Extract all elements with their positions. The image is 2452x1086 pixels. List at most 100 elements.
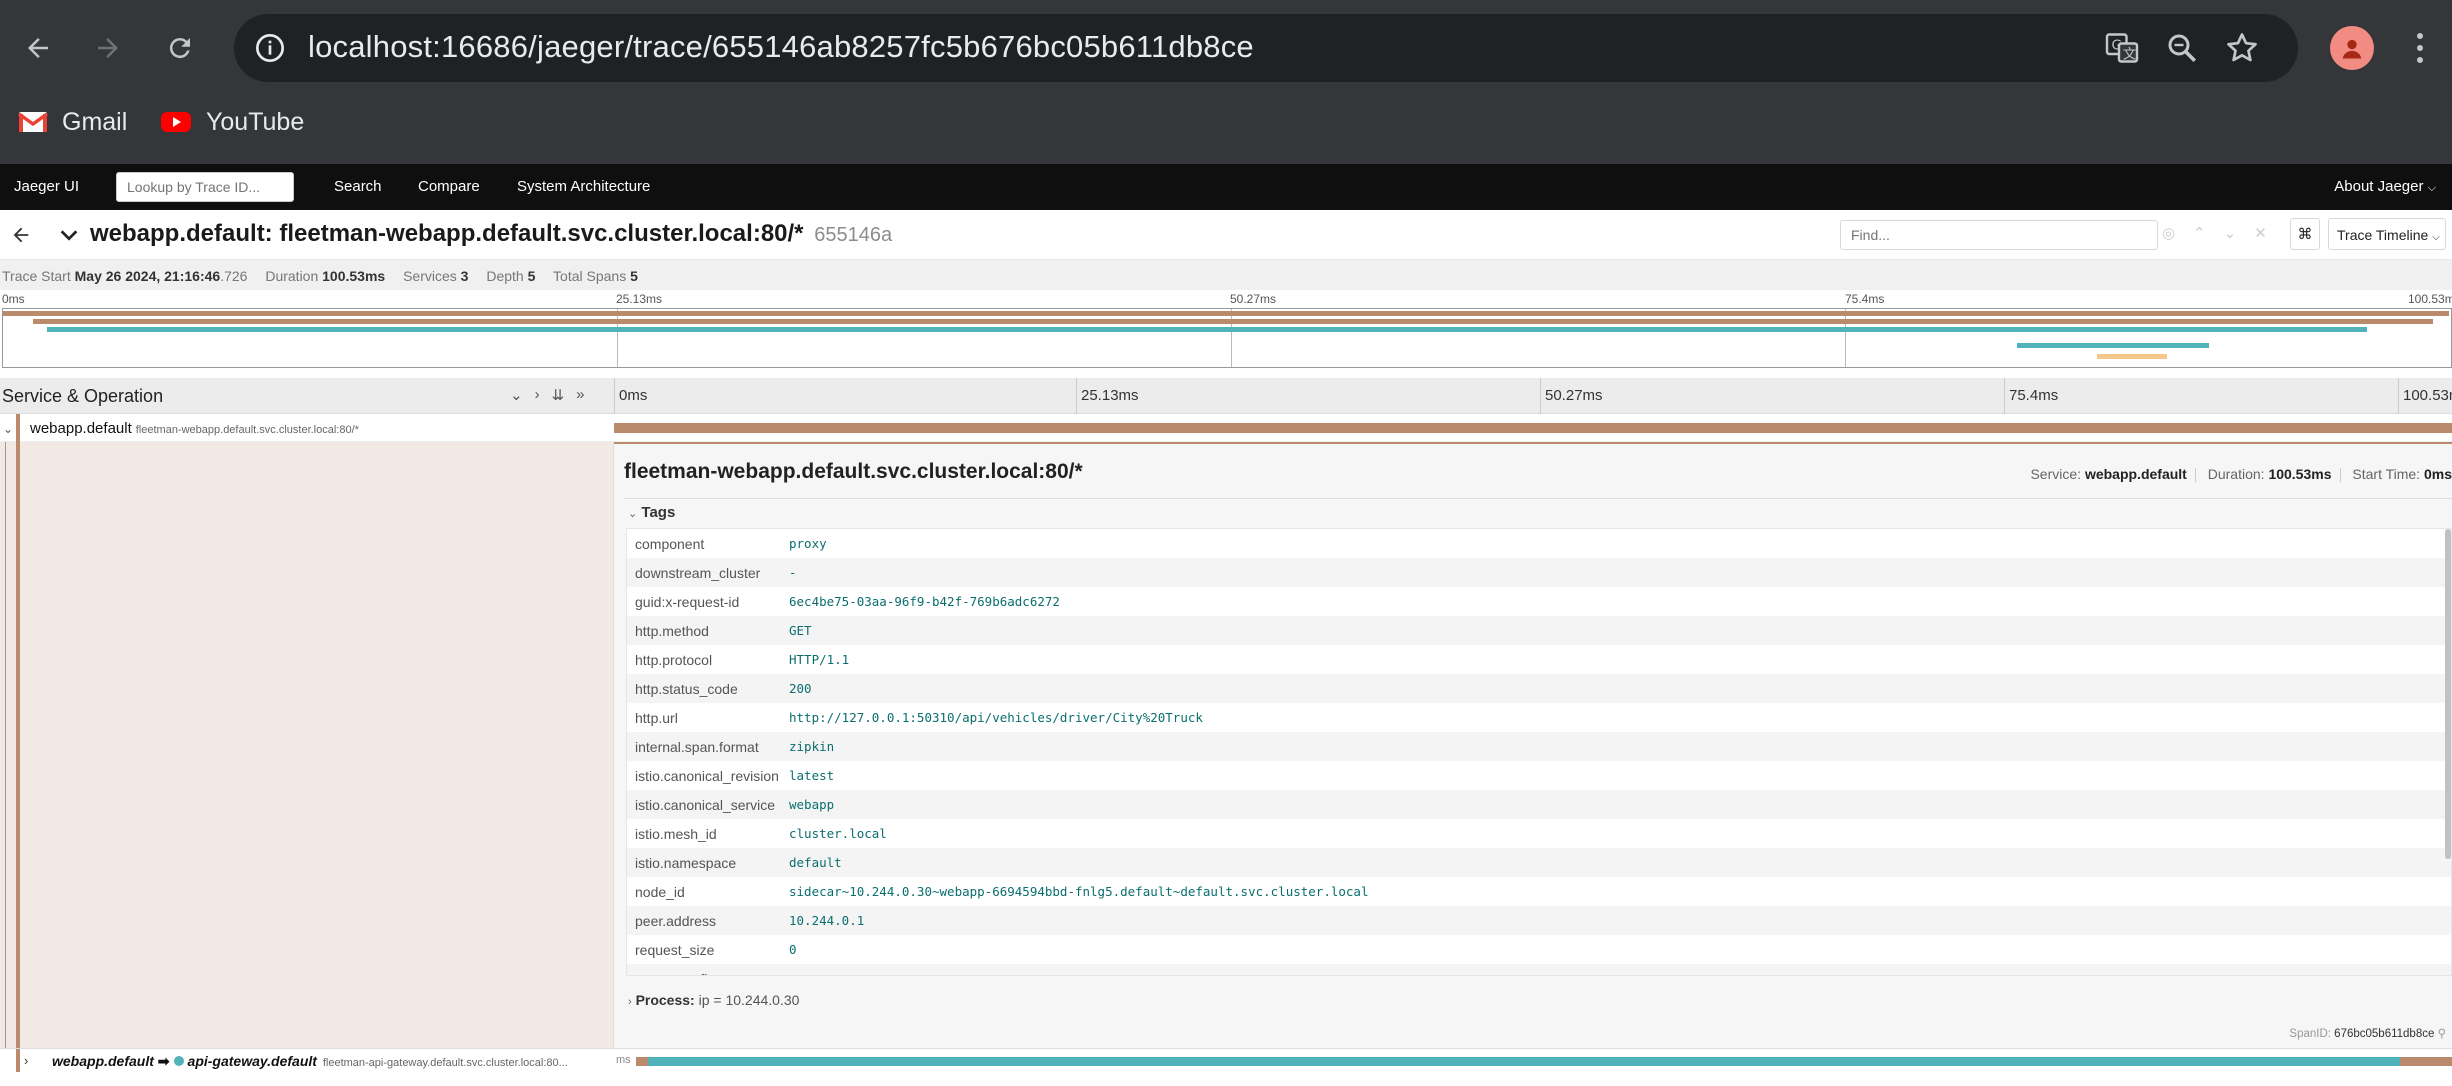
url-text[interactable]: localhost:16686/jaeger/trace/655146ab825… [308,29,1254,65]
tree-guide [16,442,20,1048]
tag-row[interactable]: guid:x-request-id 6ec4be75-03aa-96f9-b42f… [627,587,2451,616]
minimap-ticks: 0ms 25.13ms 50.27ms 75.4ms 100.53ms [0,290,2452,308]
span-toggle-icon[interactable]: › [24,1053,28,1068]
arrow-icon: ➡ [157,1053,170,1069]
prev-result-icon[interactable]: ⌃ [2193,224,2206,242]
span-duration-bar[interactable] [636,1057,2452,1066]
tags-section-header[interactable]: ⌄ Tags [628,504,675,521]
span-duration-bar-end [2400,1057,2452,1066]
tree-guide [5,442,6,1048]
tag-value: HTTP/1.1 [789,652,850,667]
tag-value: GET [789,623,812,638]
depth-label: Depth [486,268,524,284]
tag-key: guid:x-request-id [635,593,740,610]
expand-controls: ⌄ › ⇊ » [510,386,585,404]
service-from: webapp.default [52,1053,154,1069]
menu-icon[interactable] [2410,28,2430,68]
tag-row[interactable]: downstream_cluster - [627,558,2451,587]
tag-value: default [789,855,842,870]
trace-minimap[interactable] [2,308,2452,368]
tag-row[interactable]: istio.canonical_service webapp [627,790,2451,819]
tags-scrollbar[interactable] [2445,529,2451,859]
collapse-one-icon[interactable]: ⌄ [510,386,523,404]
tag-row[interactable]: node_id sidecar~10.244.0.30~webapp-669459… [627,877,2451,906]
info-icon[interactable] [254,32,286,64]
clear-search-icon[interactable]: ✕ [2254,224,2267,242]
translate-icon[interactable]: G文 [2104,30,2140,66]
expand-all-icon[interactable]: » [576,386,584,404]
tag-row[interactable]: istio.canonical_revision latest [627,761,2451,790]
about-menu[interactable]: About Jaeger ⌵ [2334,178,2436,195]
service-label: Service: [2030,466,2082,482]
svg-text:文: 文 [2123,47,2137,63]
tag-key: http.status_code [635,680,738,697]
tag-value: proxy [789,536,827,551]
trace-summary: Trace Start May 26 2024, 21:16:46.726 Du… [0,260,2452,290]
chevron-down-icon: ⌵ [2427,182,2436,194]
back-arrow-icon[interactable] [10,224,32,246]
spanid-value: 676bc05b611db8ce [2334,1028,2435,1040]
zoom-icon[interactable] [2164,30,2200,66]
tag-key: http.method [635,622,709,639]
tag-row[interactable]: http.protocol HTTP/1.1 [627,645,2451,674]
tag-value: 200 [789,681,812,696]
profile-icon[interactable] [2330,26,2374,70]
brand-link[interactable]: Jaeger UI [14,178,79,195]
bookmark-gmail[interactable]: Gmail [18,104,127,140]
span-row-root[interactable]: ⌄ webapp.default fleetman-webapp.default.… [0,414,2452,442]
span-id[interactable]: SpanID: 676bc05b611db8ce ⚲ [2289,1026,2446,1040]
tags-title: Tags [641,504,676,521]
trace-title-text: webapp.default: fleetman-webapp.default.… [90,220,804,247]
nav-system-architecture[interactable]: System Architecture [517,178,650,195]
tag-row[interactable]: http.method GET [627,616,2451,645]
service-color-bar [16,1049,20,1073]
tags-table: component proxy downstream_cluster - guid:x-… [626,528,2452,976]
tag-row[interactable]: request_size 0 [627,935,2451,964]
tag-row[interactable]: istio.namespace default [627,848,2451,877]
span-row-child[interactable]: › webapp.default ➡ api-gateway.default fl… [0,1048,2452,1073]
nav-compare[interactable]: Compare [418,178,480,195]
view-mode-select[interactable]: Trace Timeline ⌵ [2328,218,2446,250]
span-toggle-icon[interactable]: ⌄ [3,422,13,436]
tag-row[interactable]: peer.address 10.244.0.1 [627,906,2451,935]
find-input[interactable] [1840,220,2158,250]
tag-row[interactable]: internal.span.format zipkin [627,732,2451,761]
tag-row[interactable]: http.url http://127.0.0.1:50310/api/vehic… [627,703,2451,732]
keyboard-shortcuts-icon[interactable]: ⌘ [2290,218,2320,250]
minimap-span [33,319,2433,324]
collapse-chevron-icon[interactable] [58,224,80,246]
tag-value: zipkin [789,739,835,754]
tag-row[interactable]: istio.mesh_id cluster.local [627,819,2451,848]
trace-short-id: 655146a [814,224,893,246]
bookmark-youtube[interactable]: YouTube [160,104,304,140]
link-icon[interactable]: ⚲ [2438,1028,2446,1040]
collapse-all-icon[interactable]: ⇊ [552,386,565,404]
tag-value: 6ec4be75-03aa-96f9-b42f-769b6adc6272 [789,594,1060,609]
span-service-name[interactable]: webapp.default ➡ api-gateway.default flee… [52,1053,568,1070]
process-section-header[interactable]: › Process: ip = 10.244.0.30 [628,992,799,1008]
service-color-bar [16,414,20,442]
star-icon[interactable] [2224,30,2260,66]
tag-row[interactable]: component proxy [627,529,2451,558]
tag-value: 0 [789,942,797,957]
tag-row[interactable]: http.status_code 200 [627,674,2451,703]
tag-key: node_id [635,883,685,900]
minimap-span [2017,343,2209,348]
address-bar[interactable]: localhost:16686/jaeger/trace/655146ab825… [234,14,2298,82]
reload-icon[interactable] [156,24,204,72]
span-header: Service & Operation ⌄ › ⇊ » 0ms 25.13ms … [0,378,2452,414]
trace-lookup-input[interactable] [116,172,294,202]
start-ms: .726 [220,268,248,284]
span-tree-pane [0,442,614,1048]
expand-one-icon[interactable]: › [535,386,540,404]
next-result-icon[interactable]: ⌄ [2224,224,2237,242]
back-icon[interactable] [14,24,62,72]
start-label: Trace Start [2,268,71,284]
bookmark-label: Gmail [62,107,128,136]
tag-row[interactable]: response_flags [627,964,2451,975]
forward-icon[interactable] [84,24,132,72]
locate-icon[interactable]: ◎ [2162,224,2175,242]
span-service-name[interactable]: webapp.default fleetman-webapp.default.sv… [30,420,359,437]
span-duration-bar[interactable] [614,423,2452,433]
nav-search[interactable]: Search [334,178,382,195]
